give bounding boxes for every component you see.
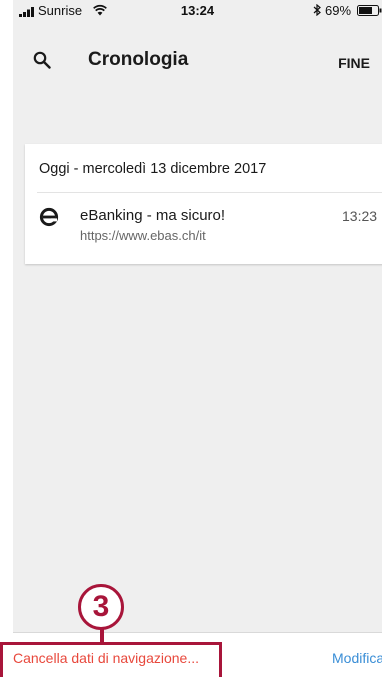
history-screen: Sunrise 13:24 69% Cronologia FINE Oggi -… xyxy=(13,0,382,677)
entry-time: 13:23 xyxy=(342,208,378,224)
step-number-badge: 3 xyxy=(78,584,124,630)
status-bar: Sunrise 13:24 69% xyxy=(13,0,382,22)
page-title: Cronologia xyxy=(88,49,189,70)
date-header: Oggi - mercoledì 13 dicembre 2017 xyxy=(39,161,267,177)
entry-title: eBanking - ma sicuro! xyxy=(80,207,226,224)
ebanking-site-icon xyxy=(39,207,59,227)
done-button[interactable]: FINE xyxy=(338,55,370,71)
search-icon[interactable] xyxy=(33,51,51,69)
history-card: Oggi - mercoledì 13 dicembre 2017 eBanki… xyxy=(25,144,382,264)
entry-url: https://www.ebas.ch/it xyxy=(80,228,206,243)
battery-percent: 69% xyxy=(325,3,352,18)
battery-icon xyxy=(357,5,382,16)
annotation-highlight xyxy=(0,642,222,677)
annotation-connector xyxy=(100,628,104,644)
toolbar: Cronologia FINE xyxy=(13,22,382,102)
edit-button[interactable]: Modifica xyxy=(332,650,382,666)
screenshot: Sunrise 13:24 69% Cronologia FINE Oggi -… xyxy=(0,0,382,677)
bluetooth-icon xyxy=(313,4,321,16)
history-entry[interactable]: eBanking - ma sicuro! https://www.ebas.c… xyxy=(25,193,382,257)
